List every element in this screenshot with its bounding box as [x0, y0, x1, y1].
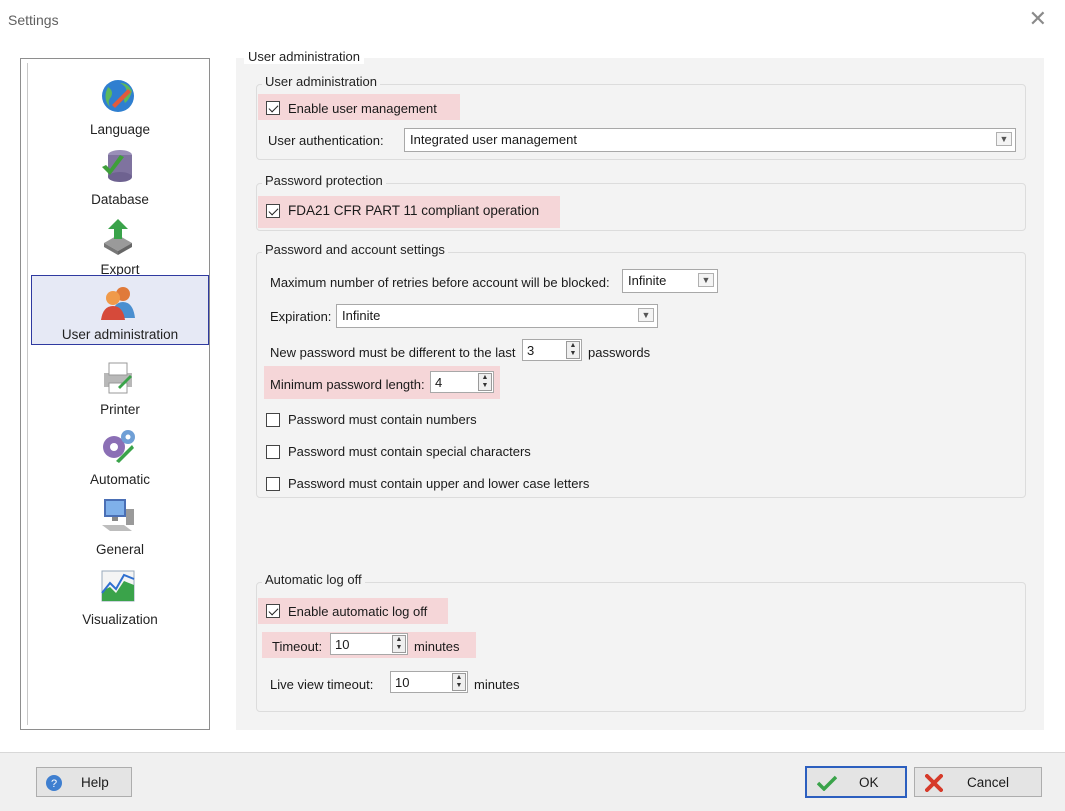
- different-passwords-label: New password must be different to the la…: [270, 345, 516, 360]
- enable-auto-logoff-label: Enable automatic log off: [288, 604, 428, 619]
- user-authentication-select[interactable]: Integrated user management ▼: [404, 128, 1016, 152]
- max-retries-label: Maximum number of retries before account…: [270, 275, 610, 290]
- cancel-x-icon: [925, 774, 943, 792]
- enable-auto-logoff-checkbox[interactable]: [266, 604, 280, 618]
- user-authentication-label: User authentication:: [268, 133, 384, 148]
- live-view-timeout-unit: minutes: [474, 677, 520, 692]
- chart-icon: [101, 570, 135, 602]
- export-icon: [104, 219, 132, 255]
- group-title: Automatic log off: [262, 572, 365, 587]
- timeout-stepper[interactable]: 10 ▲ ▼: [330, 633, 408, 655]
- passwords-suffix: passwords: [588, 345, 651, 360]
- enable-user-management-checkbox[interactable]: [266, 101, 280, 115]
- timeout-label: Timeout:: [272, 639, 323, 654]
- stepper-arrows-icon[interactable]: ▲ ▼: [566, 341, 580, 359]
- help-button[interactable]: ? Help: [36, 767, 132, 797]
- stepper-value: 3: [527, 343, 535, 358]
- fda-compliance-label: FDA21 CFR PART 11 compliant operation: [288, 203, 540, 218]
- sidebar-item-database[interactable]: Database: [28, 139, 212, 209]
- stepper-value: 4: [435, 375, 443, 390]
- group-title: Password protection: [262, 173, 386, 188]
- min-password-length-label: Minimum password length:: [270, 377, 425, 392]
- stepper-arrows-icon[interactable]: ▲ ▼: [478, 373, 492, 391]
- stepper-value: 10: [335, 637, 350, 652]
- enable-user-management-label: Enable user management: [288, 101, 437, 116]
- sidebar-item-label: Language: [89, 122, 151, 137]
- svg-text:?: ?: [51, 778, 57, 790]
- require-numbers-checkbox[interactable]: [266, 413, 280, 427]
- cancel-button-label: Cancel: [967, 775, 1010, 790]
- sidebar-item-language[interactable]: Language: [28, 69, 212, 139]
- require-mixed-case-checkbox[interactable]: [266, 477, 280, 491]
- help-button-label: Help: [81, 775, 109, 790]
- group-title: Password and account settings: [262, 242, 448, 257]
- window-title: Settings: [8, 12, 59, 28]
- database-icon: [102, 150, 132, 182]
- min-password-length-stepper[interactable]: 4 ▲ ▼: [430, 371, 494, 393]
- cancel-button[interactable]: Cancel: [914, 767, 1042, 797]
- ok-button-label: OK: [859, 775, 879, 790]
- computer-icon: [102, 499, 134, 531]
- select-value: Infinite: [342, 308, 381, 323]
- sidebar-item-visualization[interactable]: Visualization: [28, 559, 212, 629]
- group-title: User administration: [262, 74, 380, 89]
- sidebar-item-export[interactable]: Export: [28, 209, 212, 279]
- require-special-characters-label: Password must contain special characters: [288, 444, 531, 459]
- expiration-select[interactable]: Infinite ▼: [336, 304, 658, 328]
- live-view-timeout-stepper[interactable]: 10 ▲ ▼: [390, 671, 468, 693]
- sidebar-item-label: Visualization: [82, 612, 158, 627]
- timeout-unit: minutes: [414, 639, 460, 654]
- globe-icon: [102, 80, 134, 112]
- sidebar-item-label: Automatic: [89, 472, 151, 487]
- help-icon: ?: [46, 775, 62, 791]
- gears-icon: [103, 430, 135, 463]
- sidebar-item-label: Printer: [100, 402, 140, 417]
- require-special-characters-checkbox[interactable]: [266, 445, 280, 459]
- sidebar-item-label: User administration: [61, 327, 179, 342]
- select-value: Infinite: [628, 273, 667, 288]
- expiration-label: Expiration:: [270, 309, 332, 324]
- panel-title: User administration: [244, 49, 364, 64]
- sidebar-item-label: General: [95, 542, 145, 557]
- require-numbers-label: Password must contain numbers: [288, 412, 477, 427]
- stepper-arrows-icon[interactable]: ▲ ▼: [452, 673, 466, 691]
- select-value: Integrated user management: [410, 132, 577, 147]
- sidebar-item-label: Database: [91, 192, 149, 207]
- checkmark-icon: [817, 775, 837, 791]
- close-icon[interactable]: ✕: [1029, 8, 1047, 30]
- users-icon: [101, 287, 135, 320]
- stepper-arrows-icon[interactable]: ▲ ▼: [392, 635, 406, 653]
- live-view-timeout-label: Live view timeout:: [270, 677, 374, 692]
- chevron-down-icon: ▼: [698, 273, 714, 287]
- settings-sidebar: Language Database Export User administra…: [20, 58, 210, 730]
- chevron-down-icon: ▼: [638, 308, 654, 322]
- max-retries-select[interactable]: Infinite ▼: [622, 269, 718, 293]
- ok-button[interactable]: OK: [805, 766, 907, 798]
- sidebar-item-general[interactable]: General: [28, 489, 212, 559]
- stepper-value: 10: [395, 675, 410, 690]
- chevron-down-icon: ▼: [996, 132, 1012, 146]
- fda-compliance-checkbox[interactable]: [266, 204, 280, 218]
- sidebar-item-automatic[interactable]: Automatic: [28, 419, 212, 489]
- require-mixed-case-label: Password must contain upper and lower ca…: [288, 476, 590, 491]
- printer-icon: [104, 362, 132, 394]
- different-passwords-stepper[interactable]: 3 ▲ ▼: [522, 339, 582, 361]
- sidebar-item-printer[interactable]: Printer: [28, 349, 212, 419]
- sidebar-item-user-administration[interactable]: User administration: [31, 275, 209, 345]
